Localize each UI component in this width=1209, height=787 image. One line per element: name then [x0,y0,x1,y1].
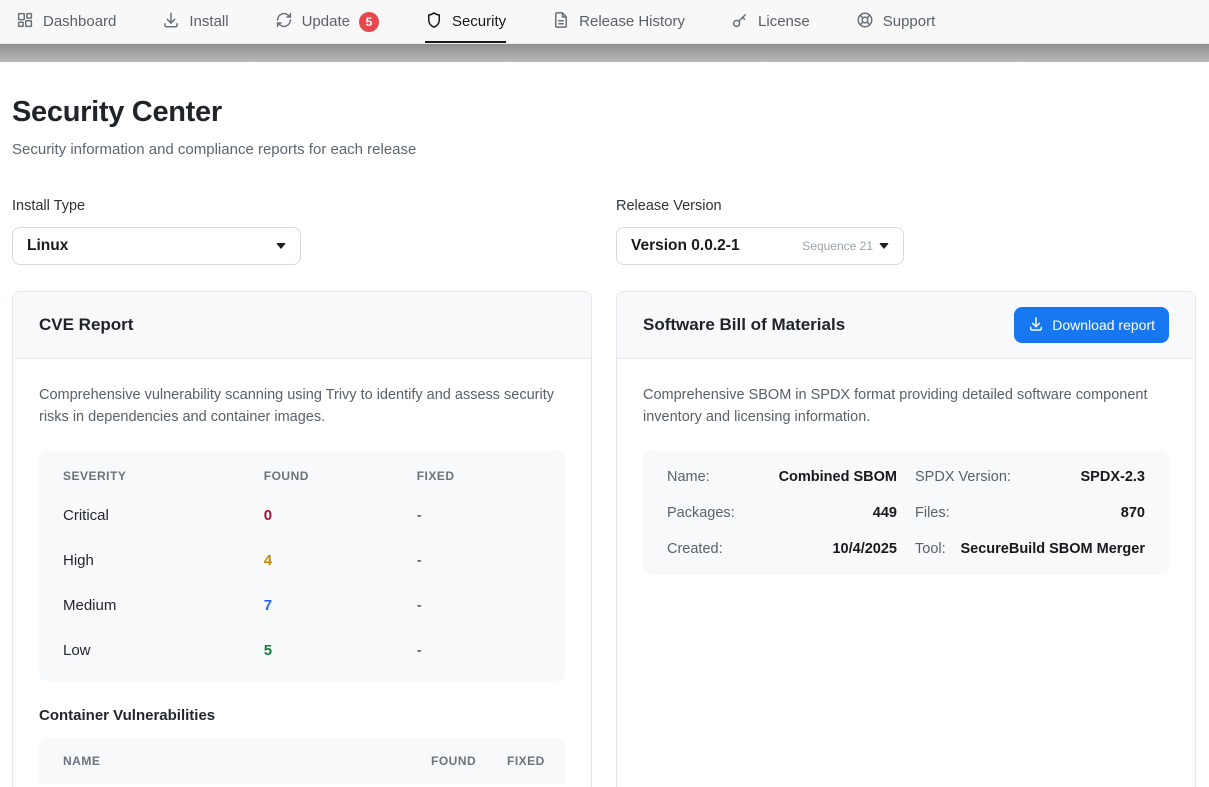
page-subtitle: Security information and compliance repo… [12,141,1196,158]
main-content: Security Center Security information and… [0,96,1209,787]
nav-label: Release History [579,13,685,30]
dashboard-grid-icon [16,11,34,33]
install-type-value: Linux [27,237,68,255]
found-count: 5 [264,642,417,659]
sbom-info-grid: Name: Combined SBOM SPDX Version: SPDX-2… [643,451,1169,575]
severity-row-high: High 4 - [39,538,565,583]
nav-item-license[interactable]: License [731,0,810,43]
info-value: 10/4/2025 [832,541,897,557]
fixed-count: - [417,507,541,524]
sbom-card-body: Comprehensive SBOM in SPDX format provid… [617,359,1195,601]
nav-item-support[interactable]: Support [856,0,936,43]
found-count: 4 [264,552,417,569]
info-label: Name: [667,469,710,485]
filters-row: Install Type Linux Release Version Versi… [12,198,1196,265]
severity-label: Medium [63,597,264,614]
col-fixed: FIXED [417,469,541,483]
sbom-info-name: Name: Combined SBOM [667,459,897,495]
cve-card-title: CVE Report [39,315,133,335]
install-type-label: Install Type [12,198,592,214]
release-version-filter: Release Version Version 0.0.2-1 Sequence… [616,198,1196,265]
install-type-filter: Install Type Linux [12,198,592,265]
container-table-header: NAME FOUND FIXED [39,738,565,784]
severity-table-header: SEVERITY FOUND FIXED [39,453,565,493]
col-severity: SEVERITY [63,469,264,483]
refresh-icon [275,11,293,33]
sbom-card-header: Software Bill of Materials Download repo… [617,292,1195,359]
sbom-card-title: Software Bill of Materials [643,315,845,335]
page-title: Security Center [12,96,1196,129]
chevron-down-icon [276,243,286,249]
info-label: Files: [915,505,950,521]
info-value: 449 [873,505,897,521]
cve-description: Comprehensive vulnerability scanning usi… [39,385,561,429]
col-name: NAME [63,754,431,768]
nav-item-security[interactable]: Security [425,0,506,43]
top-navigation: Dashboard Install Update 5 Security Rele… [0,0,1209,44]
download-report-button[interactable]: Download report [1014,307,1169,343]
severity-label: High [63,552,264,569]
info-label: Packages: [667,505,735,521]
cve-card-body: Comprehensive vulnerability scanning usi… [13,359,591,787]
sbom-card: Software Bill of Materials Download repo… [616,291,1196,787]
info-value: SPDX-2.3 [1081,469,1145,485]
container-vulnerabilities-title: Container Vulnerabilities [39,707,565,724]
severity-row-low: Low 5 - [39,628,565,673]
sbom-description: Comprehensive SBOM in SPDX format provid… [643,385,1155,429]
col-found: FOUND [431,754,507,768]
sbom-info-tool: Tool: SecureBuild SBOM Merger [915,531,1145,567]
col-fixed: FIXED [507,754,547,768]
install-type-select[interactable]: Linux [12,227,301,265]
header-divider-band [0,44,1209,62]
sbom-info-packages: Packages: 449 [667,495,897,531]
nav-label: Dashboard [43,13,116,30]
nav-item-install[interactable]: Install [162,0,228,43]
chevron-down-icon [879,243,889,249]
nav-item-update[interactable]: Update 5 [275,0,379,43]
fixed-count: - [417,642,541,659]
info-value: 870 [1121,505,1145,521]
container-vulnerabilities-section: Container Vulnerabilities NAME FOUND FIX… [39,707,565,784]
fixed-count: - [417,597,541,614]
nav-item-release-history[interactable]: Release History [552,0,685,43]
nav-label: Security [452,13,506,30]
release-version-value: Version 0.0.2-1 [631,237,740,255]
info-label: Tool: [915,541,946,557]
cve-card-header: CVE Report [13,292,591,359]
sbom-info-files: Files: 870 [915,495,1145,531]
release-version-select[interactable]: Version 0.0.2-1 Sequence 21 [616,227,904,265]
sequence-label: Sequence 21 [802,239,873,253]
severity-label: Low [63,642,264,659]
lifebuoy-icon [856,11,874,33]
severity-row-critical: Critical 0 - [39,493,565,538]
found-count: 7 [264,597,417,614]
info-label: SPDX Version: [915,469,1011,485]
col-found: FOUND [264,469,417,483]
nav-label: Install [189,13,228,30]
info-label: Created: [667,541,723,557]
fixed-count: - [417,552,541,569]
nav-label: Update [302,13,350,30]
severity-table: SEVERITY FOUND FIXED Critical 0 - High 4… [39,451,565,681]
update-count-badge: 5 [359,12,379,32]
info-value: Combined SBOM [779,469,897,485]
release-version-label: Release Version [616,198,1196,214]
cve-report-card: CVE Report Comprehensive vulnerability s… [12,291,592,787]
download-icon [1028,316,1044,335]
info-value: SecureBuild SBOM Merger [960,541,1145,557]
found-count: 0 [264,507,417,524]
cards-row: CVE Report Comprehensive vulnerability s… [12,291,1196,787]
sbom-info-spdx-version: SPDX Version: SPDX-2.3 [915,459,1145,495]
shield-icon [425,11,443,33]
severity-row-medium: Medium 7 - [39,583,565,628]
sbom-info-created: Created: 10/4/2025 [667,531,897,567]
key-icon [731,11,749,33]
nav-item-dashboard[interactable]: Dashboard [16,0,116,43]
nav-label: Support [883,13,936,30]
file-text-icon [552,11,570,33]
nav-label: License [758,13,810,30]
download-report-label: Download report [1052,317,1155,333]
download-icon [162,11,180,33]
severity-label: Critical [63,507,264,524]
